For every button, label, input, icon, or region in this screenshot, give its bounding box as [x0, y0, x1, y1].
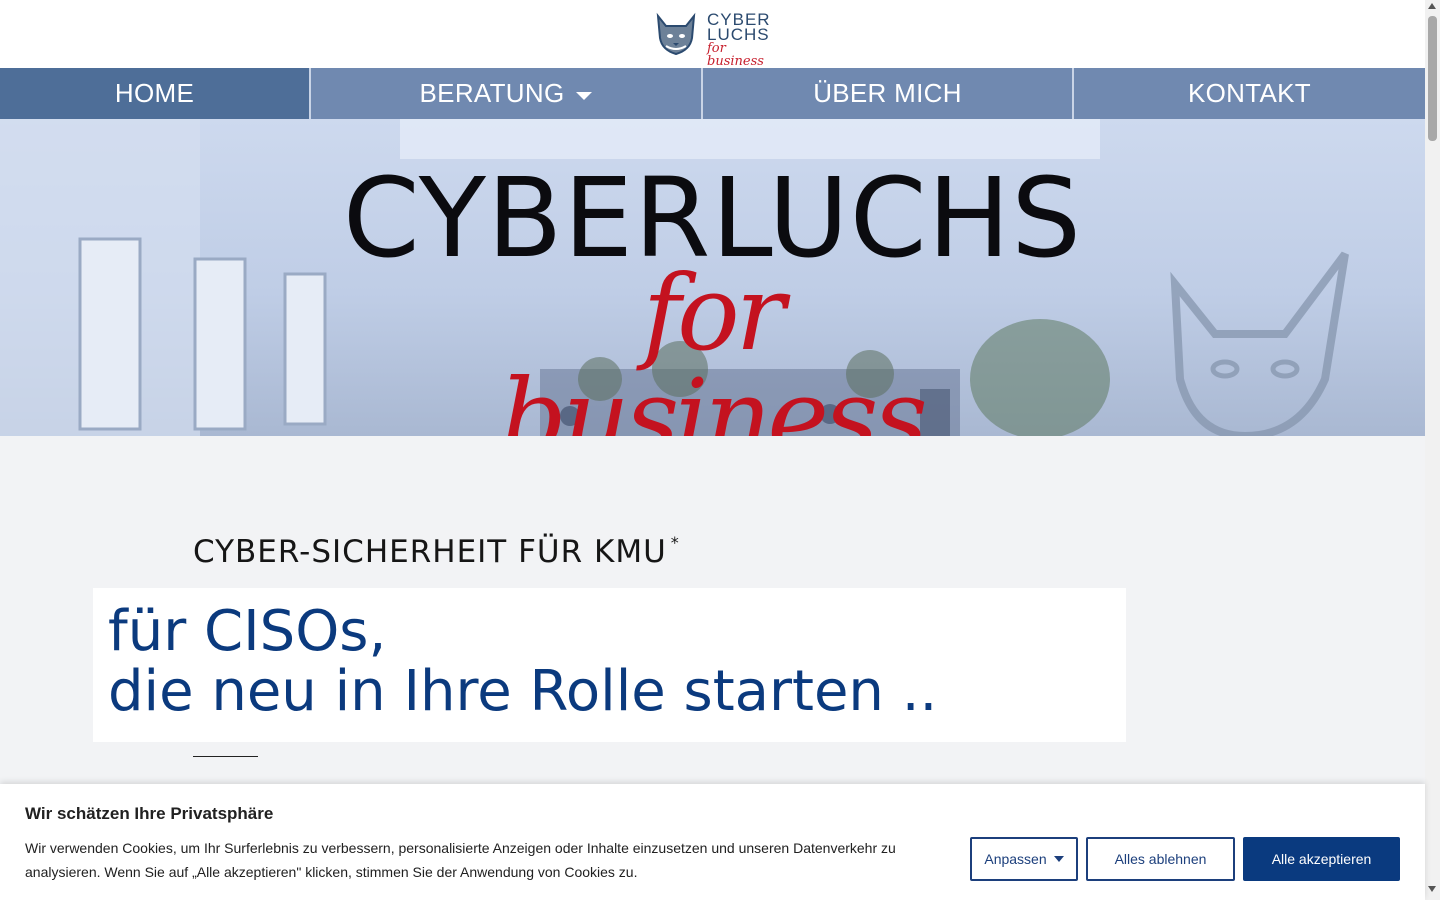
kicker-asterisk: * — [670, 533, 680, 552]
cookie-consent-banner: Wir schätzen Ihre Privatsphäre Wir verwe… — [0, 784, 1425, 900]
nav-item-home[interactable]: HOME — [0, 68, 311, 119]
reject-all-button-label: Alles ablehnen — [1114, 851, 1207, 867]
headline: für CISOs, die neu in Ihre Rolle starten… — [108, 602, 937, 722]
reject-all-button[interactable]: Alles ablehnen — [1086, 837, 1235, 881]
scroll-up-arrow-icon[interactable] — [1428, 3, 1436, 9]
divider — [193, 756, 258, 757]
accept-all-button[interactable]: Alle akzeptieren — [1243, 837, 1400, 881]
kicker-text: CYBER-SICHERHEIT FÜR KMU — [193, 534, 667, 570]
customize-button-label: Anpassen — [984, 851, 1047, 867]
nav-item-kontakt[interactable]: KONTAKT — [1074, 68, 1425, 119]
nav-item-beratung[interactable]: BERATUNG — [311, 68, 703, 119]
lynx-logo-icon — [656, 12, 696, 56]
hero-subtitle: for business — [500, 252, 927, 436]
scroll-down-arrow-icon[interactable] — [1428, 886, 1436, 892]
cookie-text: Wir verwenden Cookies, um Ihr Surferlebn… — [25, 840, 896, 880]
caret-down-icon — [576, 91, 593, 100]
site-header: CYBER LUCHS for business — [0, 0, 1425, 68]
accept-all-button-label: Alle akzeptieren — [1271, 851, 1372, 867]
nav-item-label: HOME — [114, 78, 195, 108]
cookie-title: Wir schätzen Ihre Privatsphäre — [25, 804, 274, 823]
headline-line-1: für CISOs, — [108, 599, 387, 664]
customize-button[interactable]: Anpassen — [970, 837, 1078, 881]
nav-item-label: KONTAKT — [1188, 78, 1311, 108]
headline-line-2: die neu in Ihre Rolle starten .. — [108, 659, 938, 724]
caret-down-icon — [1053, 856, 1064, 862]
nav-item-label: ÜBER MICH — [813, 78, 962, 108]
section-kicker: CYBER-SICHERHEIT FÜR KMU * — [193, 533, 680, 570]
scrollbar-thumb[interactable] — [1428, 16, 1437, 141]
site-logo[interactable]: CYBER LUCHS for business — [652, 10, 776, 68]
logo-text-for-business: for business — [707, 41, 764, 69]
nav-item-label: BERATUNG — [419, 78, 565, 108]
main-navigation: HOME BERATUNG ÜBER MICH KONTAKT — [0, 68, 1425, 119]
hero-banner: CYBERLUCHS for business — [0, 119, 1425, 436]
headline-box: für CISOs, die neu in Ihre Rolle starten… — [93, 588, 1126, 742]
nav-item-ueber-mich[interactable]: ÜBER MICH — [703, 68, 1074, 119]
